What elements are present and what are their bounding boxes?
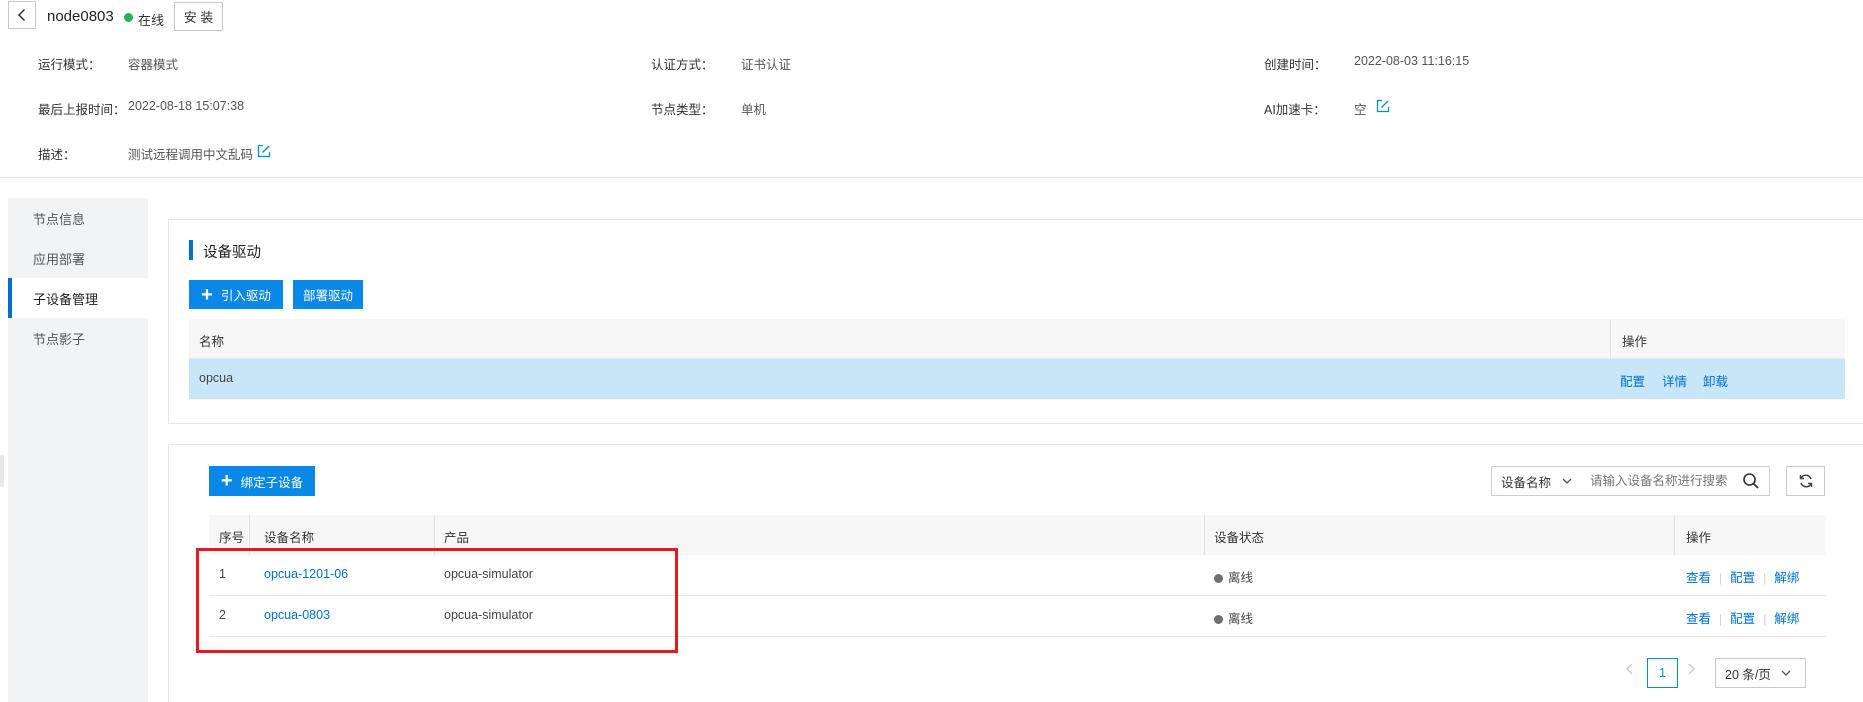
- col-product: 产品: [444, 531, 470, 545]
- last-report-label: 最后上报时间：: [38, 103, 126, 117]
- status-text: 离线: [1228, 571, 1254, 585]
- online-status-text: 在线: [138, 13, 165, 28]
- driver-config-link[interactable]: 配置: [1620, 371, 1645, 390]
- bind-subdevice-button[interactable]: + 绑定子设备: [209, 466, 315, 496]
- refresh-icon: [1799, 474, 1812, 488]
- ai-card-label: AI加速卡：: [1264, 103, 1326, 117]
- refresh-button[interactable]: [1786, 466, 1825, 496]
- sidebar-item-subdevice-management[interactable]: 子设备管理: [8, 278, 148, 318]
- device-table-header: 序号 设备名称 产品 设备状态 操作: [209, 515, 1826, 555]
- action-separator: |: [1719, 612, 1723, 626]
- edit-ai-card-icon[interactable]: [1376, 99, 1390, 113]
- config-link[interactable]: 配置: [1730, 612, 1755, 626]
- device-name-link[interactable]: opcua-0803: [264, 608, 330, 622]
- page-size-select[interactable]: 20 条/页: [1715, 658, 1806, 688]
- view-link[interactable]: 查看: [1686, 612, 1711, 626]
- unbind-link[interactable]: 解绑: [1774, 571, 1799, 585]
- bind-subdevice-label: 绑定子设备: [240, 475, 304, 490]
- device-status: 离线: [1214, 567, 1253, 586]
- offline-status-dot: [1214, 574, 1223, 584]
- auth-method-label: 认证方式：: [651, 58, 714, 72]
- last-report-value: 2022-08-18 15:07:38: [128, 99, 245, 113]
- page-1-button[interactable]: 1: [1647, 658, 1678, 688]
- col-index: 序号: [219, 531, 245, 545]
- table-row: 2 opcua-0803 opcua-simulator 离线 查看 | 配置 | 解绑: [209, 596, 1826, 637]
- col-device-status: 设备状态: [1214, 531, 1265, 545]
- driver-name: opcua: [199, 371, 234, 385]
- import-driver-label: 引入驱动: [220, 289, 271, 303]
- device-product: opcua-simulator: [444, 567, 533, 581]
- page-size-value: 20 条/页: [1725, 667, 1771, 682]
- device-status: 离线: [1214, 608, 1253, 627]
- column-divider: [1674, 515, 1675, 555]
- plus-icon: +: [201, 283, 213, 306]
- driver-detail-link[interactable]: 详情: [1662, 371, 1687, 390]
- status-text: 离线: [1228, 612, 1254, 626]
- description-label: 描述：: [38, 148, 76, 162]
- column-divider: [1204, 515, 1205, 555]
- column-divider: [1610, 319, 1611, 359]
- driver-col-name: 名称: [199, 335, 225, 349]
- side-navigation: 节点信息 应用部署 子设备管理 节点影子: [8, 198, 148, 702]
- row-actions: 查看 | 配置 | 解绑: [1686, 567, 1799, 586]
- offline-status-dot: [1214, 615, 1223, 625]
- deploy-driver-button[interactable]: 部署驱动: [293, 280, 363, 309]
- node-type-label: 节点类型：: [651, 103, 714, 117]
- prev-page-icon[interactable]: [1622, 661, 1638, 677]
- created-time-value: 2022-08-03 11:16:15: [1354, 54, 1470, 68]
- row-index: 2: [219, 608, 226, 622]
- edit-description-icon[interactable]: [257, 144, 271, 158]
- run-mode-value: 容器模式: [128, 58, 179, 72]
- driver-section-title: 设备驱动: [203, 245, 261, 261]
- device-product: opcua-simulator: [444, 608, 533, 622]
- node-name: node0803: [47, 8, 114, 25]
- chevron-down-icon: [1781, 670, 1791, 676]
- search-field-select[interactable]: 设备名称: [1491, 466, 1579, 496]
- row-index: 1: [219, 567, 226, 581]
- sidebar-item-node-shadow[interactable]: 节点影子: [8, 318, 148, 358]
- import-driver-button[interactable]: + 引入驱动: [189, 280, 283, 309]
- created-time-label: 创建时间：: [1264, 58, 1327, 72]
- table-row: 1 opcua-1201-06 opcua-simulator 离线 查看 | 配置…: [209, 555, 1826, 596]
- back-button[interactable]: [8, 1, 36, 29]
- col-ops: 操作: [1686, 531, 1712, 545]
- view-link[interactable]: 查看: [1686, 571, 1711, 585]
- left-edge-handle: [0, 455, 4, 487]
- plus-icon: +: [220, 470, 233, 492]
- action-separator: |: [1763, 612, 1767, 626]
- sidebar-item-node-info[interactable]: 节点信息: [8, 198, 148, 238]
- section-title-accent: [189, 240, 193, 260]
- unbind-link[interactable]: 解绑: [1774, 612, 1799, 626]
- search-field-value: 设备名称: [1501, 475, 1552, 490]
- config-link[interactable]: 配置: [1730, 571, 1755, 585]
- chevron-down-icon: [1562, 478, 1572, 484]
- action-separator: |: [1719, 571, 1723, 585]
- online-status-dot: [124, 13, 133, 22]
- driver-col-ops: 操作: [1622, 335, 1648, 349]
- run-mode-label: 运行模式：: [38, 58, 101, 72]
- driver-uninstall-link[interactable]: 卸载: [1703, 371, 1728, 390]
- row-actions: 查看 | 配置 | 解绑: [1686, 608, 1799, 627]
- auth-method-value: 证书认证: [741, 58, 792, 72]
- device-name-link[interactable]: opcua-1201-06: [264, 567, 348, 581]
- driver-table-row: opcua 配置 详情 卸载: [189, 359, 1845, 399]
- chevron-left-icon: [17, 8, 26, 22]
- driver-table-header: 名称 操作: [189, 319, 1845, 359]
- action-separator: |: [1763, 571, 1767, 585]
- install-button[interactable]: 安 装: [174, 2, 223, 31]
- column-divider: [434, 515, 435, 555]
- description-value: 测试远程调用中文乱码: [128, 148, 254, 162]
- header-divider: [0, 177, 1863, 178]
- column-divider: [249, 515, 250, 555]
- node-type-value: 单机: [741, 103, 767, 117]
- search-icon[interactable]: [1741, 471, 1761, 491]
- col-device-name: 设备名称: [264, 531, 315, 545]
- sidebar-item-app-deploy[interactable]: 应用部署: [8, 238, 148, 278]
- ai-card-value: 空: [1354, 103, 1367, 117]
- next-page-icon[interactable]: [1683, 661, 1699, 677]
